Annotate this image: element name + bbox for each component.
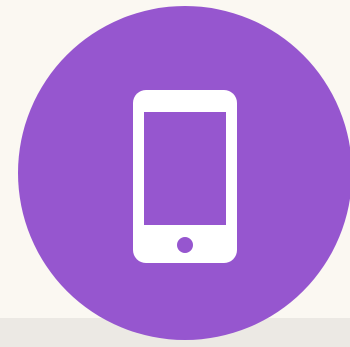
- icon-canvas: [0, 0, 350, 347]
- phone-screen: [144, 112, 226, 225]
- smartphone-icon: [133, 90, 237, 263]
- phone-home-button: [177, 237, 193, 253]
